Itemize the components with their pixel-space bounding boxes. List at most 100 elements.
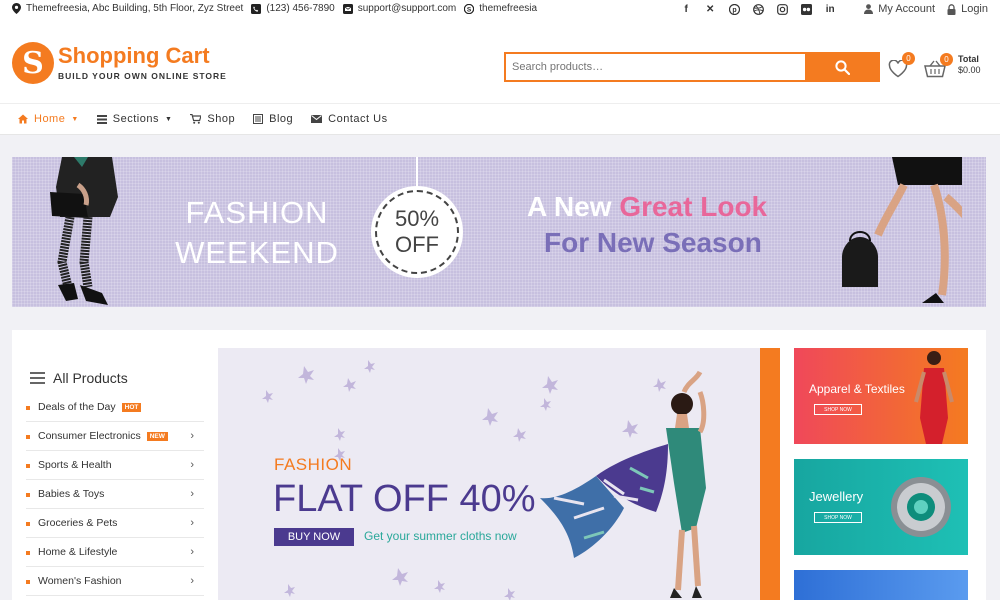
promo-line-2: WEEKEND bbox=[175, 235, 339, 270]
chevron-right-icon: › bbox=[190, 575, 194, 587]
discount-off: OFF bbox=[395, 232, 439, 257]
nav-shop-label[interactable]: Shop bbox=[207, 113, 235, 125]
dribbble-icon[interactable] bbox=[752, 3, 764, 15]
logo-mark: S bbox=[12, 42, 54, 84]
site-title[interactable]: Shopping Cart bbox=[58, 45, 227, 67]
promo-headline-a: A New bbox=[527, 191, 620, 222]
category-item[interactable]: Home & Lifestyle › bbox=[26, 538, 204, 567]
hamburger-icon bbox=[30, 372, 45, 384]
address-item: Themefreesia, Abc Building, 5th Floor, Z… bbox=[12, 3, 243, 14]
chevron-right-icon: › bbox=[190, 546, 194, 558]
flickr-icon[interactable] bbox=[800, 3, 812, 15]
address-text: Themefreesia, Abc Building, 5th Floor, Z… bbox=[26, 3, 244, 14]
category-item[interactable]: Groceries & Pets › bbox=[26, 509, 204, 538]
category-label[interactable]: Groceries & Pets bbox=[38, 517, 117, 529]
jewellery-banner[interactable]: Jewellery SHOP NOW bbox=[794, 459, 968, 555]
jewellery-title: Jewellery bbox=[809, 489, 864, 504]
nav-sections[interactable]: Sections ▼ bbox=[96, 113, 173, 125]
my-account-label[interactable]: My Account bbox=[878, 3, 935, 15]
sections-icon bbox=[96, 114, 107, 124]
my-account-link[interactable]: My Account bbox=[864, 3, 935, 15]
nav-contact[interactable]: Contact Us bbox=[311, 113, 387, 125]
caret-down-icon: ▼ bbox=[164, 115, 173, 123]
email-text[interactable]: support@support.com bbox=[358, 3, 457, 14]
login-link[interactable]: Login bbox=[947, 3, 988, 15]
cart-icon bbox=[190, 114, 202, 124]
envelope-icon bbox=[342, 3, 353, 14]
search-button[interactable] bbox=[805, 52, 880, 82]
search-icon bbox=[835, 59, 850, 75]
pinterest-icon[interactable]: p bbox=[728, 3, 740, 15]
instagram-icon[interactable] bbox=[776, 3, 788, 15]
chevron-right-icon: › bbox=[190, 488, 194, 500]
category-label[interactable]: Deals of the Day bbox=[38, 401, 116, 413]
apparel-banner[interactable]: Apparel & Textiles SHOP NOW bbox=[794, 348, 968, 444]
ring-image bbox=[891, 477, 951, 537]
shop-now-button[interactable]: SHOP NOW bbox=[814, 404, 862, 415]
phone-icon bbox=[251, 3, 262, 14]
main-nav: Home ▼ Sections ▼ Shop Blog Contact Us bbox=[0, 103, 1000, 135]
shop-now-button[interactable]: SHOP NOW bbox=[814, 512, 862, 523]
search-input[interactable] bbox=[504, 52, 805, 82]
buy-now-button[interactable]: BUY NOW bbox=[274, 528, 354, 546]
skype-item[interactable]: S themefreesia bbox=[464, 3, 537, 14]
model-dress-image bbox=[540, 370, 707, 598]
promo-banner[interactable]: FASHION WEEKEND 50% OFF A New Great Look… bbox=[12, 157, 986, 307]
category-item[interactable]: Sports & Health › bbox=[26, 451, 204, 480]
social-links: f ✕ p in bbox=[674, 3, 842, 15]
category-label[interactable]: Women's Fashion bbox=[38, 575, 122, 587]
category-label[interactable]: Babies & Toys bbox=[38, 488, 104, 500]
nav-shop[interactable]: Shop bbox=[190, 113, 235, 125]
nav-contact-label[interactable]: Contact Us bbox=[328, 113, 387, 125]
user-icon bbox=[864, 4, 874, 14]
model-right-image bbox=[842, 157, 962, 303]
envelope-icon bbox=[311, 115, 323, 123]
nav-home-label[interactable]: Home bbox=[34, 113, 65, 125]
category-label[interactable]: Consumer Electronics bbox=[38, 430, 141, 442]
email-item[interactable]: support@support.com bbox=[342, 3, 457, 14]
all-products-title[interactable]: All Products bbox=[53, 370, 128, 386]
electronics-banner[interactable] bbox=[794, 570, 968, 600]
nav-home[interactable]: Home ▼ bbox=[18, 113, 79, 125]
search-form bbox=[504, 52, 880, 82]
category-item[interactable]: Deals of the Day HOT bbox=[26, 393, 204, 422]
hero-slider[interactable]: FASHION FLAT OFF 40% BUY NOW Get your su… bbox=[218, 348, 780, 600]
blog-icon bbox=[253, 114, 264, 124]
category-item[interactable]: Consumer Electronics NEW › bbox=[26, 422, 204, 451]
nav-sections-label[interactable]: Sections bbox=[113, 113, 159, 125]
x-icon[interactable]: ✕ bbox=[704, 3, 716, 15]
category-label[interactable]: Sports & Health bbox=[38, 459, 112, 471]
skype-text[interactable]: themefreesia bbox=[479, 3, 537, 14]
dress-model-image bbox=[914, 351, 954, 444]
promo-subheadline: For New Season bbox=[544, 227, 762, 258]
hot-badge: HOT bbox=[121, 402, 142, 412]
all-products-header[interactable]: All Products bbox=[30, 370, 128, 386]
category-item[interactable]: Women's Fashion › bbox=[26, 567, 204, 596]
cart-button[interactable]: 0 bbox=[924, 53, 953, 78]
login-label[interactable]: Login bbox=[961, 3, 988, 15]
site-tagline: BUILD YOUR OWN ONLINE STORE bbox=[58, 71, 227, 81]
phone-text[interactable]: (123) 456-7890 bbox=[266, 3, 334, 14]
main-content: All Products Deals of the Day HOT Consum… bbox=[12, 330, 986, 600]
facebook-icon[interactable]: f bbox=[680, 3, 692, 15]
discount-percent: 50% bbox=[394, 206, 440, 231]
site-header: S Shopping Cart BUILD YOUR OWN ONLINE ST… bbox=[0, 20, 1000, 103]
nav-blog-label[interactable]: Blog bbox=[269, 113, 293, 125]
phone-item[interactable]: (123) 456-7890 bbox=[251, 3, 335, 14]
wishlist-button[interactable]: 0 bbox=[888, 52, 915, 78]
category-label[interactable]: Home & Lifestyle bbox=[38, 546, 117, 558]
category-item[interactable]: Babies & Toys › bbox=[26, 480, 204, 509]
site-logo[interactable]: S Shopping Cart BUILD YOUR OWN ONLINE ST… bbox=[12, 42, 227, 84]
wishlist-count: 0 bbox=[902, 52, 915, 65]
chevron-right-icon: › bbox=[190, 517, 194, 529]
chevron-right-icon: › bbox=[190, 459, 194, 471]
discount-badge: 50% OFF bbox=[371, 186, 463, 278]
map-pin-icon bbox=[12, 3, 21, 14]
home-icon bbox=[18, 114, 28, 124]
linkedin-icon[interactable]: in bbox=[824, 3, 836, 15]
cart-total[interactable]: Total $0.00 bbox=[958, 54, 981, 76]
model-left-image bbox=[50, 157, 118, 305]
next-slide-peek bbox=[760, 348, 780, 600]
cart-total-value: $0.00 bbox=[958, 65, 981, 75]
nav-blog[interactable]: Blog bbox=[253, 113, 293, 125]
